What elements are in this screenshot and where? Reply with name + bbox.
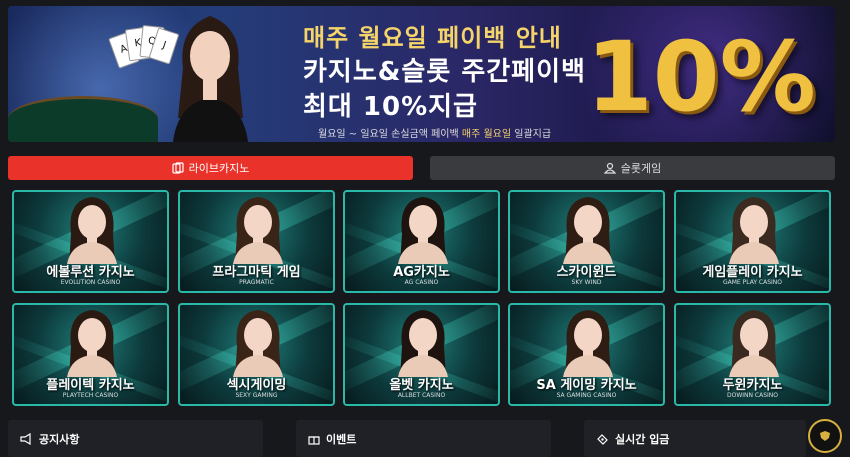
dealer-portrait	[67, 310, 117, 377]
banner-title-max: 최대 10%지급	[303, 92, 478, 122]
game-tile-name: 게임플레이 카지노	[702, 265, 803, 280]
dealer-portrait	[67, 197, 117, 264]
tab-slot-games-label: 슬롯게임	[620, 162, 662, 175]
slot-game-icon	[603, 162, 616, 174]
game-tile[interactable]: 스카이윈드 SKY WIND	[508, 190, 665, 293]
payback-banner[interactable]: A K Q J 매주 월요일 페이백 안내 카지노&슬롯 주간페이백 최대 10…	[8, 6, 835, 142]
game-tile-subtitle: ALLBET CASINO	[397, 392, 446, 399]
banner-title-payback: 카지노&슬롯 주간페이백	[303, 57, 586, 87]
tab-live-casino-label: 라이브카지노	[188, 162, 250, 175]
game-tile-subtitle: AG CASINO	[404, 279, 439, 286]
dealer-illustration	[173, 16, 248, 142]
game-tile-name: SA 게이밍 카지노	[536, 378, 637, 393]
banner-subtitle-post: 일괄지급	[511, 129, 552, 140]
game-tile-name: AG카지노	[393, 265, 450, 280]
tab-slot-games[interactable]: 슬롯게임	[430, 156, 835, 180]
notice-panel-label: 공지사항	[39, 432, 80, 446]
event-panel-label: 이벤트	[326, 432, 357, 446]
dealer-portrait	[233, 310, 283, 377]
casino-table-graphic	[8, 96, 158, 142]
banner-percent: 10%	[586, 21, 816, 133]
game-tile-subtitle: EVOLUTION CASINO	[60, 279, 121, 286]
game-tile[interactable]: 섹시게이밍 SEXY GAMING	[178, 303, 335, 406]
game-tile-subtitle: SKY WIND	[571, 279, 602, 286]
dealer-portrait	[563, 197, 613, 264]
game-tile-subtitle: PRAGMATIC	[239, 279, 274, 286]
game-tile-subtitle: SEXY GAMING	[235, 392, 278, 399]
dealer-portrait	[729, 310, 779, 377]
realtime-deposit-label: 실시간 입금	[615, 432, 670, 446]
megaphone-icon	[20, 432, 31, 445]
game-tile-name: 올벳 카지노	[389, 378, 454, 393]
game-tile[interactable]: SA 게이밍 카지노 SA GAMING CASINO	[508, 303, 665, 406]
banner-title-weekly: 매주 월요일 페이백 안내	[303, 24, 562, 52]
site-logo-badge[interactable]	[808, 419, 842, 453]
dealer-portrait	[729, 197, 779, 264]
game-tile[interactable]: 게임플레이 카지노 GAME PLAY CASINO	[674, 190, 831, 293]
dealer-portrait	[398, 197, 448, 264]
game-tile[interactable]: 올벳 카지노 ALLBET CASINO	[343, 303, 500, 406]
banner-subtitle-highlight: 매주 월요일	[461, 129, 512, 140]
game-tile[interactable]: AG카지노 AG CASINO	[343, 190, 500, 293]
dealer-portrait	[233, 197, 283, 264]
dealer-portrait	[398, 310, 448, 377]
game-tile-name: 플레이텍 카지노	[46, 378, 135, 393]
game-tile-subtitle: PLAYTECH CASINO	[62, 392, 119, 399]
game-tile[interactable]: 프라그마틱 게임 PRAGMATIC	[178, 190, 335, 293]
game-tile-subtitle: DOWINN CASINO	[726, 392, 778, 399]
banner-subtitle-pre: 월요일 ~ 일요일 손실금액 페이백	[318, 129, 462, 140]
event-panel[interactable]: 이벤트	[296, 420, 551, 457]
game-tile-subtitle: SA GAMING CASINO	[556, 392, 617, 399]
notice-panel[interactable]: 공지사항	[8, 420, 263, 457]
money-icon	[597, 433, 608, 445]
dealer-portrait	[563, 310, 613, 377]
banner-subtitle: 월요일 ~ 일요일 손실금액 페이백 매주 월요일 일괄지급	[318, 125, 551, 140]
live-casino-icon	[172, 162, 184, 174]
game-tile-name: 스카이윈드	[556, 265, 617, 280]
game-tile-name: 섹시게이밍	[226, 378, 287, 393]
realtime-deposit-panel[interactable]: 실시간 입금	[584, 420, 806, 457]
game-tile-name: 프라그마틱 게임	[212, 265, 301, 280]
game-tile-name: 에볼루션 카지노	[46, 265, 135, 280]
shield-icon	[820, 431, 830, 441]
game-tile[interactable]: 플레이텍 카지노 PLAYTECH CASINO	[12, 303, 169, 406]
game-tile-subtitle: GAME PLAY CASINO	[722, 279, 783, 286]
gift-icon	[308, 435, 320, 445]
tab-live-casino[interactable]: 라이브카지노	[8, 156, 413, 180]
game-tile[interactable]: 두윈카지노 DOWINN CASINO	[674, 303, 831, 406]
game-tile-name: 두윈카지노	[722, 378, 783, 393]
game-tile[interactable]: 에볼루션 카지노 EVOLUTION CASINO	[12, 190, 169, 293]
page: A K Q J 매주 월요일 페이백 안내 카지노&슬롯 주간페이백 최대 10…	[0, 0, 850, 457]
